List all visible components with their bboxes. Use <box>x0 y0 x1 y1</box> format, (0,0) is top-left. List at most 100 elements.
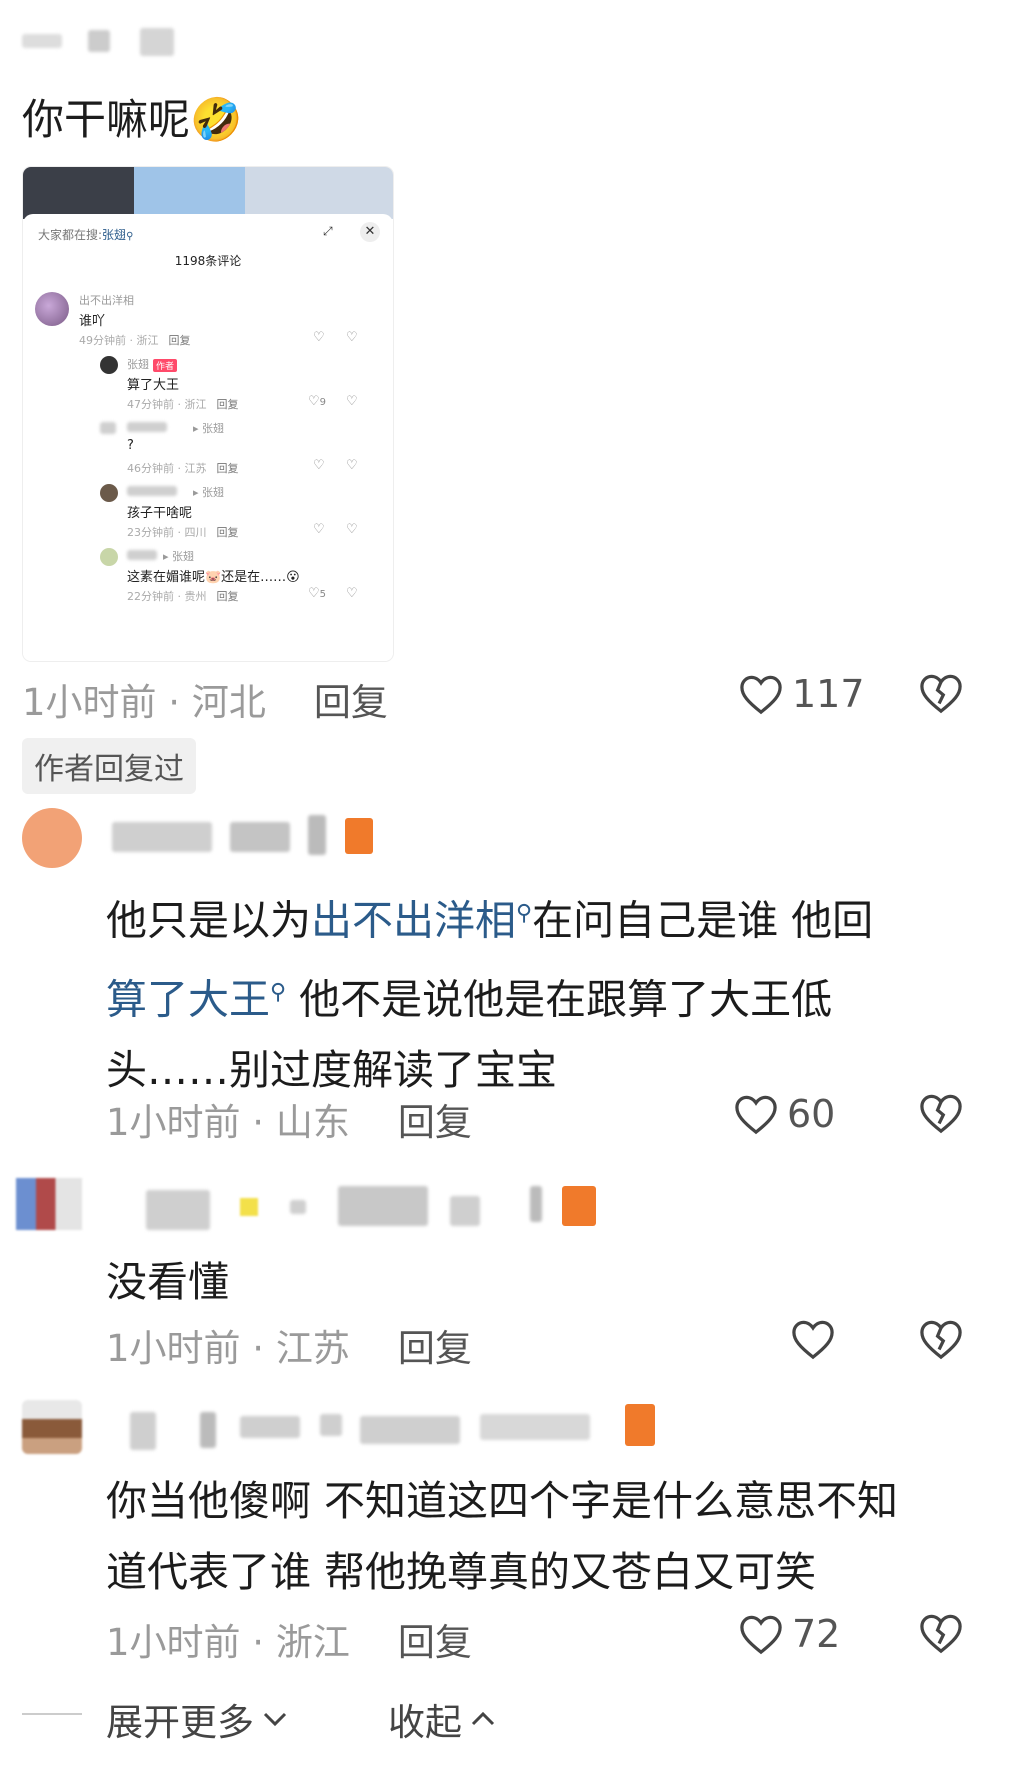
reply-button[interactable]: 回复 <box>398 1101 472 1144</box>
badge-icon <box>625 1404 655 1446</box>
reply-link: 回复 <box>216 462 239 475</box>
username-redacted <box>127 422 167 432</box>
like-count: 60 <box>787 1092 836 1136</box>
post-time: 1小时前 · 河北 <box>22 681 266 724</box>
expand-icon: ⤢ <box>323 224 333 238</box>
comment-meta-text: 49分钟前 · 浙江 <box>79 334 159 347</box>
search-icon: ⚲ <box>270 979 287 1005</box>
comment-count: 1198条评论 <box>174 254 242 268</box>
reply-target-name: 张翅 <box>202 422 225 435</box>
heart-icon: ♡ <box>313 522 325 537</box>
heart-icon: ♡5 <box>308 586 327 601</box>
dislike-broken-heart-icon[interactable] <box>918 672 964 714</box>
comment-meta: 46分钟前 · 江苏 回复 <box>127 460 239 476</box>
comment-meta-text: 22分钟前 · 贵州 <box>127 590 207 603</box>
like-button[interactable] <box>790 1318 844 1360</box>
badge-icon <box>562 1186 596 1226</box>
username-redacted <box>240 1416 300 1438</box>
username-redacted <box>140 28 174 56</box>
reply-button[interactable]: 回复 <box>398 1327 472 1370</box>
like-button[interactable]: 60 <box>733 1092 835 1136</box>
screenshot-comment-panel: 大家都在搜:张翅⚲ ⤢ ✕ 1198条评论 出不出洋相 谁吖 49分钟前 · 浙… <box>23 214 393 661</box>
username-redacted <box>112 822 212 852</box>
comment-author: 张翅 <box>127 358 149 371</box>
username-redacted <box>290 1200 306 1214</box>
comment-line: 算了大王⚲ 他不是说他是在跟算了大王低 <box>106 957 966 1036</box>
username-redacted <box>480 1414 590 1440</box>
reply-target: ▸ 张翅 <box>163 550 195 563</box>
username-redacted <box>450 1196 480 1226</box>
mention-link[interactable]: 出不出洋相 <box>311 897 516 945</box>
reply-button[interactable]: 回复 <box>398 1621 472 1664</box>
comment-time: 1小时前 · 江苏 <box>106 1327 350 1370</box>
comment-text-part: 在问自己是谁 他回 <box>532 896 874 945</box>
chevron-down-icon <box>263 1712 287 1727</box>
comment-text: 你当他傻啊 不知道这四个字是什么意思不知 道代表了谁 帮他挽尊真的又苍白又可笑 <box>106 1466 986 1608</box>
collapse-button[interactable]: 收起 <box>388 1692 496 1746</box>
broken-heart-icon: ♡ <box>346 394 358 409</box>
reply-link: 回复 <box>216 590 239 603</box>
username-redacted <box>240 1198 258 1216</box>
comment-author: 出不出洋相 <box>79 294 134 307</box>
avatar <box>100 422 116 434</box>
comment-text: 没看懂 <box>106 1258 229 1306</box>
comment-meta-text: 23分钟前 · 四川 <box>127 526 207 539</box>
username-redacted <box>360 1416 460 1444</box>
comment-meta: 1小时前 · 山东 回复 <box>106 1092 472 1146</box>
comment-text-part: 他不是说他是在跟算了大王低 <box>286 975 833 1024</box>
avatar <box>100 356 118 374</box>
like-count: 5 <box>319 589 327 600</box>
broken-heart-icon: ♡ <box>346 330 358 345</box>
dislike-broken-heart-icon[interactable] <box>918 1612 964 1654</box>
username-redacted <box>200 1412 216 1448</box>
avatar[interactable] <box>16 1178 82 1230</box>
dislike-broken-heart-icon[interactable] <box>918 1318 964 1360</box>
expand-more-label: 展开更多 <box>106 1701 254 1744</box>
post-meta: 1小时前 · 河北 回复 <box>22 672 388 726</box>
broken-heart-icon: ♡ <box>346 458 358 473</box>
avatar[interactable] <box>22 1400 82 1454</box>
comment-text: 这素在媚谁呢🐷还是在……😮 <box>127 570 300 585</box>
comment-author-row: 张翅 作者 <box>127 356 178 372</box>
screenshot-video-strip <box>23 167 393 219</box>
embedded-screenshot[interactable]: 大家都在搜:张翅⚲ ⤢ ✕ 1198条评论 出不出洋相 谁吖 49分钟前 · 浙… <box>23 167 393 661</box>
like-button[interactable]: 117 <box>738 672 865 716</box>
username-redacted <box>127 550 157 560</box>
like-count: 72 <box>792 1612 841 1656</box>
dislike-broken-heart-icon[interactable] <box>918 1092 964 1134</box>
comment-meta: 49分钟前 · 浙江 回复 <box>79 332 191 348</box>
expand-more-button[interactable]: 展开更多 <box>106 1692 288 1746</box>
comment-text: 孩子干啥呢 <box>127 506 193 521</box>
search-prefix: 大家都在搜: <box>38 228 103 242</box>
comment-meta: 1小时前 · 江苏 回复 <box>106 1318 472 1372</box>
comment-meta-text: 47分钟前 · 浙江 <box>127 398 207 411</box>
author-tag: 作者 <box>153 358 178 372</box>
divider <box>22 1713 82 1715</box>
username-redacted <box>127 486 177 496</box>
like-button[interactable]: 72 <box>738 1612 840 1656</box>
reply-button[interactable]: 回复 <box>314 681 388 724</box>
username-redacted <box>320 1414 342 1436</box>
heart-icon <box>738 673 784 715</box>
search-term: 张翅 <box>102 228 127 242</box>
screenshot-search-hint: 大家都在搜:张翅⚲ <box>38 226 133 243</box>
comment-time: 1小时前 · 山东 <box>106 1101 350 1144</box>
mention-link[interactable]: 算了大王 <box>106 975 270 1023</box>
badge-icon <box>345 818 373 854</box>
reply-target: ▸ 张翅 <box>193 486 225 499</box>
avatar <box>100 548 118 566</box>
reply-target-name: 张翅 <box>202 486 225 499</box>
close-icon: ✕ <box>360 222 380 242</box>
username-redacted <box>230 822 290 852</box>
comment-line: 他只是以为出不出洋相⚲在问自己是谁 他回 <box>106 878 966 957</box>
comment-meta: 23分钟前 · 四川 回复 <box>127 524 239 540</box>
search-icon: ⚲ <box>516 901 533 926</box>
username-redacted <box>130 1412 156 1450</box>
like-count: 117 <box>792 672 865 716</box>
post-text-body: 你干嘛呢 <box>22 95 191 144</box>
heart-icon <box>790 1318 836 1360</box>
comment-line: 道代表了谁 帮他挽尊真的又苍白又可笑 <box>106 1548 817 1596</box>
comment-line: 你当他傻啊 不知道这四个字是什么意思不知 <box>106 1477 899 1525</box>
author-replied-badge: 作者回复过 <box>22 738 196 794</box>
avatar[interactable] <box>22 808 82 868</box>
